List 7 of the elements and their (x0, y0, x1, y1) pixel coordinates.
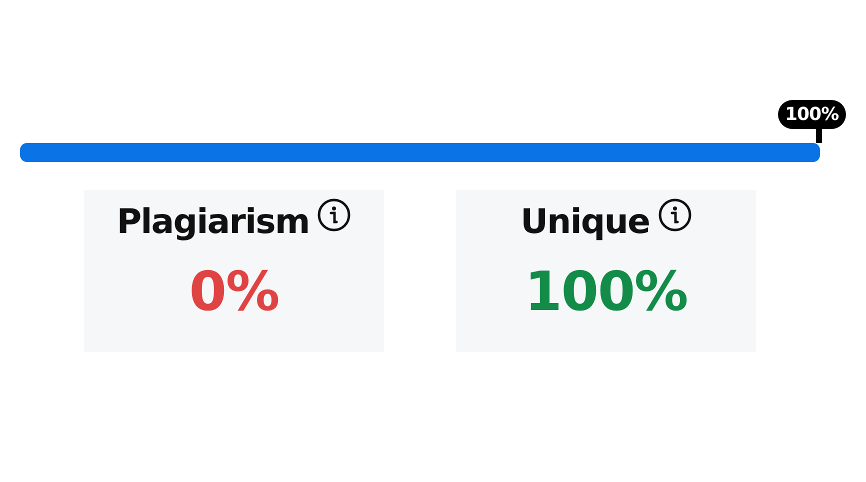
info-icon[interactable] (658, 198, 692, 232)
metric-value: 0% (189, 260, 279, 323)
progress-tooltip: 100% (778, 100, 846, 143)
metric-title: Unique (520, 202, 650, 242)
metric-value: 100% (524, 260, 688, 323)
metric-title: Plagiarism (116, 202, 310, 242)
info-icon[interactable] (317, 198, 352, 232)
